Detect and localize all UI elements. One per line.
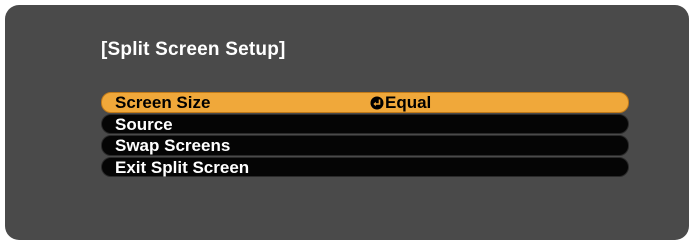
menu-item-source[interactable]: Source: [101, 113, 629, 134]
menu-title: [Split Screen Setup]: [101, 39, 286, 60]
menu-item-swap-screens[interactable]: Swap Screens: [101, 135, 629, 156]
menu-item-label: Exit Split Screen: [115, 157, 250, 177]
menu-item-label: Swap Screens: [115, 136, 231, 155]
menu-item-label: Source: [115, 114, 173, 134]
menu-item-exit-split-screen[interactable]: Exit Split Screen: [101, 156, 629, 177]
split-screen-menu: Screen Size Equal Source Swap Screens Ex…: [101, 92, 629, 178]
screen-size-value: Equal: [385, 93, 432, 112]
enter-icon: [370, 96, 384, 110]
menu-item-value: Equal: [370, 93, 431, 112]
menu-item-screen-size[interactable]: Screen Size Equal: [101, 92, 629, 113]
menu-item-label: Screen Size: [115, 93, 211, 112]
projector-menu-screen: [Split Screen Setup] Screen Size Equal S…: [5, 5, 689, 240]
